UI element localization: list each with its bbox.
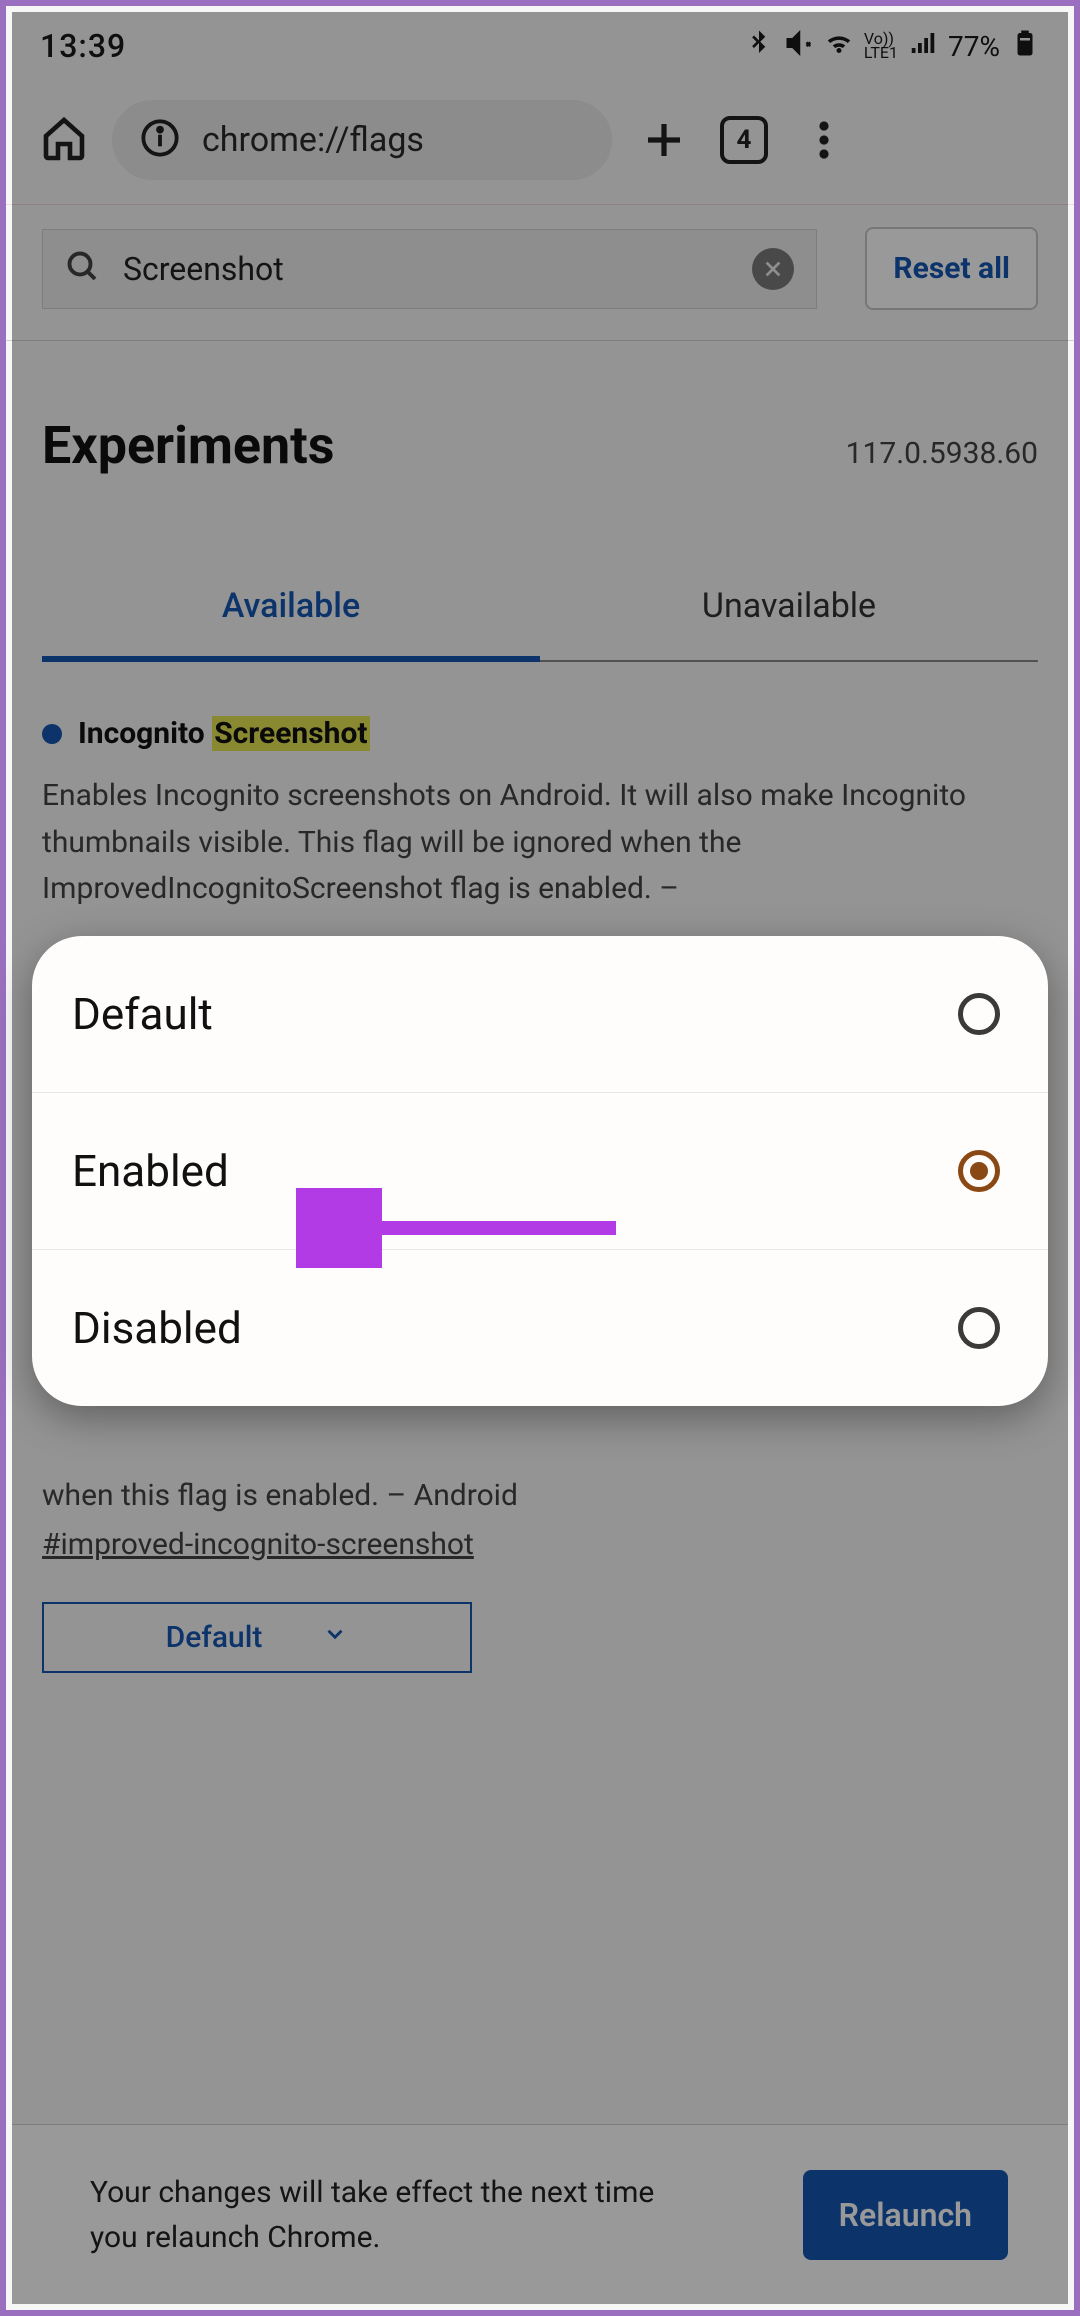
radio-icon: [958, 993, 1000, 1035]
option-label: Default: [72, 988, 213, 1040]
radio-icon: [958, 1307, 1000, 1349]
option-default[interactable]: Default: [32, 936, 1048, 1092]
flag-options-popup: Default Enabled Disabled: [32, 936, 1048, 1406]
option-disabled[interactable]: Disabled: [32, 1249, 1048, 1406]
option-label: Enabled: [72, 1145, 229, 1197]
option-enabled[interactable]: Enabled: [32, 1092, 1048, 1249]
radio-icon-selected: [958, 1150, 1000, 1192]
option-label: Disabled: [72, 1302, 242, 1354]
